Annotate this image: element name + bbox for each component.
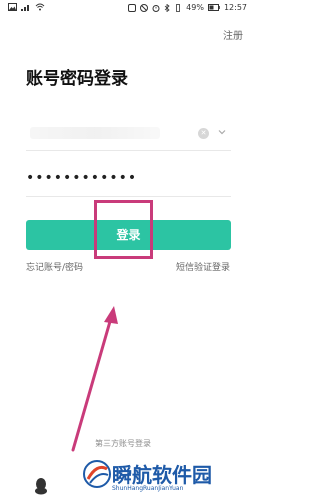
annotation-arrow: [71, 306, 118, 452]
third-party-login-label: 第三方账号登录: [95, 439, 151, 448]
watermark-subtitle: ShunHangRuanJianYuan: [112, 485, 184, 492]
watermark: 瞬航软件园 ShunHangRuanJianYuan: [82, 457, 232, 497]
watermark-title: 瞬航软件园: [112, 463, 212, 487]
qq-icon[interactable]: [34, 477, 48, 495]
watermark-logo-icon: [83, 460, 111, 488]
